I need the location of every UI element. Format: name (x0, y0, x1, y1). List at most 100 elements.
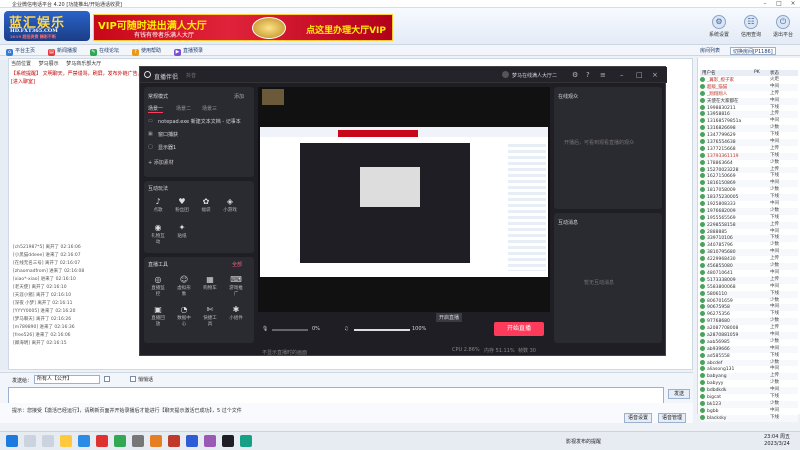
user-row[interactable]: 18375230005 下线 (700, 194, 798, 202)
user-row[interactable]: ab939666 中间 (700, 345, 798, 353)
live-close-icon[interactable]: × (652, 71, 658, 79)
user-row[interactable]: 4229968430 上传 (700, 256, 798, 264)
toolbar-live[interactable]: ▶ 直播预录 (174, 47, 203, 56)
start-live-button[interactable]: 开始直播 (494, 322, 544, 336)
column-username[interactable]: 用户名 (702, 70, 716, 76)
voice-settings-button[interactable]: 语音设置 (624, 413, 652, 423)
user-row[interactable]: _翔翔翔人 上传 (700, 90, 798, 98)
user-row[interactable]: 340785796 少数 (700, 242, 798, 250)
source-item[interactable]: notepad.exe 新建文本文档 - 记事本 (158, 118, 241, 125)
user-row[interactable]: 178863664 少数 (700, 159, 798, 167)
user-row[interactable]: bgbb 中间 (700, 407, 798, 415)
menu-icon[interactable]: ≡ (600, 71, 606, 79)
voice-manage-button[interactable]: 语音管理 (658, 413, 686, 423)
toolbar-home[interactable]: ⌂ 平台主页 (6, 47, 35, 56)
interact-item[interactable]: ♥ 粉丝团 (174, 197, 190, 215)
user-row[interactable]: 13168579851a 中间 (700, 118, 798, 126)
user-row[interactable]: 5583800068 中间 (700, 283, 798, 291)
speaker-icon[interactable]: ♫ (344, 326, 348, 332)
user-row[interactable]: 1976682009 少数 (700, 207, 798, 215)
user-row[interactable]: a2087708008 上传 (700, 325, 798, 332)
user-row[interactable]: 1627150669 下线 (700, 173, 798, 181)
user-row[interactable]: 339710106 下线 (700, 235, 798, 243)
app-icon[interactable] (168, 435, 180, 447)
interact-item[interactable]: ✦ 贴纸 (174, 223, 190, 241)
user-row[interactable]: 1347799629 下线 (700, 132, 798, 140)
recipient-select[interactable]: 所有人【公开】 (34, 375, 100, 384)
toolbar-forum[interactable]: ✎ 在线论坛 (90, 47, 119, 56)
user-row[interactable]: 90675958 中间 (700, 304, 798, 312)
app-icon[interactable] (96, 435, 108, 447)
user-row[interactable]: aab56985 少数 (700, 338, 798, 346)
tab-switch-room[interactable]: 切换房间[P1186] (730, 47, 776, 55)
user-row[interactable]: 96275356 下线 (700, 311, 798, 319)
left-side-strip[interactable] (0, 60, 8, 370)
settings-icon[interactable]: ⚙ (572, 71, 578, 79)
avatar[interactable] (502, 71, 509, 78)
mic-volume-slider[interactable] (272, 329, 308, 331)
minimize-button[interactable]: – (758, 0, 772, 8)
user-row[interactable]: bk123 少数 (700, 400, 798, 408)
user-row[interactable]: 超级_猫猫 中间 (700, 83, 798, 91)
tool-item[interactable]: ✱ 小组件 (228, 305, 244, 323)
user-row[interactable]: ad585558 下线 (700, 352, 798, 360)
breadcrumb-parent[interactable]: 梦马展示 (39, 61, 59, 67)
user-row[interactable]: 3810795680 中间 (700, 249, 798, 257)
brand-logo[interactable]: 蓝汇娱乐 HD.FXT365.COM 2019 超低资费 精彩不断 (4, 11, 90, 41)
user-row[interactable]: 5806110 下线 (700, 290, 798, 298)
app-icon[interactable] (114, 435, 126, 447)
live-maximize-icon[interactable]: □ (636, 71, 643, 79)
app-icon[interactable] (240, 435, 252, 447)
user-row[interactable]: 480710641 中间 (700, 269, 798, 277)
user-row[interactable]: 456855080 少数 (700, 263, 798, 270)
edge-icon[interactable] (78, 435, 90, 447)
mic-icon[interactable]: 🎙 (262, 326, 268, 332)
app-icon[interactable] (150, 435, 162, 447)
source-item[interactable]: 窗口捕获 (158, 131, 178, 138)
tool-item[interactable]: ▣ 直播回放 (150, 305, 166, 327)
close-button[interactable]: × (786, 0, 800, 8)
start-icon[interactable] (6, 435, 18, 447)
live-minimize-icon[interactable]: – (620, 71, 624, 79)
source-item[interactable]: 显示器1 (158, 144, 176, 151)
tools-all-link[interactable]: 全部 (232, 261, 242, 268)
vip-banner[interactable]: VIP可随时进出满人大厅 有钱有帝者乐满人大厅 点这里办理大厅VIP (93, 14, 393, 41)
tool-item[interactable]: ⌨ 游戏推广 (228, 275, 244, 297)
stream-preview[interactable] (258, 87, 550, 312)
tool-item[interactable]: ◔ 数据中心 (176, 305, 192, 327)
user-row[interactable]: 15270023228 上传 (700, 166, 798, 174)
user-row[interactable]: bigcat 下线 (700, 393, 798, 401)
whisper-checkbox[interactable] (130, 376, 136, 382)
column-status[interactable]: 状态 (770, 70, 779, 76)
task-view-icon[interactable] (42, 435, 54, 447)
user-row[interactable]: 1817058009 少数 (700, 187, 798, 195)
user-row[interactable]: 13793361119 下线 (700, 152, 798, 160)
user-row[interactable]: 1816150869 中间 (700, 180, 798, 188)
file-explorer-icon[interactable] (60, 435, 72, 447)
interact-item[interactable]: ♪ 点歌 (150, 197, 166, 215)
user-row[interactable]: 1377215668 上传 (700, 145, 798, 153)
live-companion-taskbar-icon[interactable] (222, 435, 234, 447)
user-row[interactable]: 1316826698 少数 (700, 125, 798, 133)
user-row[interactable]: bdbdkdk 中间 (700, 387, 798, 394)
live-profile-name[interactable]: 梦马在线满人大厅二 (512, 72, 557, 79)
user-row[interactable]: 2888885 中间 (700, 228, 798, 236)
user-row[interactable]: 1925808333 中间 (700, 201, 798, 208)
add-scene-button[interactable]: 添加 (234, 93, 244, 100)
search-icon[interactable] (24, 435, 36, 447)
user-row[interactable]: 806701659 少数 (700, 297, 798, 305)
user-row[interactable]: babyang 上传 (700, 373, 798, 381)
app-icon[interactable] (204, 435, 216, 447)
add-source-button[interactable]: + 添加素材 (148, 159, 174, 166)
tab-scene-2[interactable]: 场景二 (176, 105, 191, 112)
user-row[interactable]: a2870881059 中间 (700, 331, 798, 339)
breadcrumb-current[interactable]: 梦马商乐部大厅 (66, 61, 101, 67)
notification-label[interactable]: 影视发布的提醒 (566, 438, 601, 445)
speaker-volume-slider[interactable] (354, 329, 410, 331)
emoji-icon[interactable] (104, 376, 110, 382)
tool-item[interactable]: ◎ 直播监控 (150, 275, 166, 297)
help-icon[interactable]: ? (586, 71, 590, 79)
tab-room-list[interactable]: 房间列表 (700, 47, 720, 55)
user-row[interactable]: 1998830211 下线 (700, 104, 798, 112)
tool-item[interactable]: ✄ 快捷工具 (202, 305, 218, 327)
